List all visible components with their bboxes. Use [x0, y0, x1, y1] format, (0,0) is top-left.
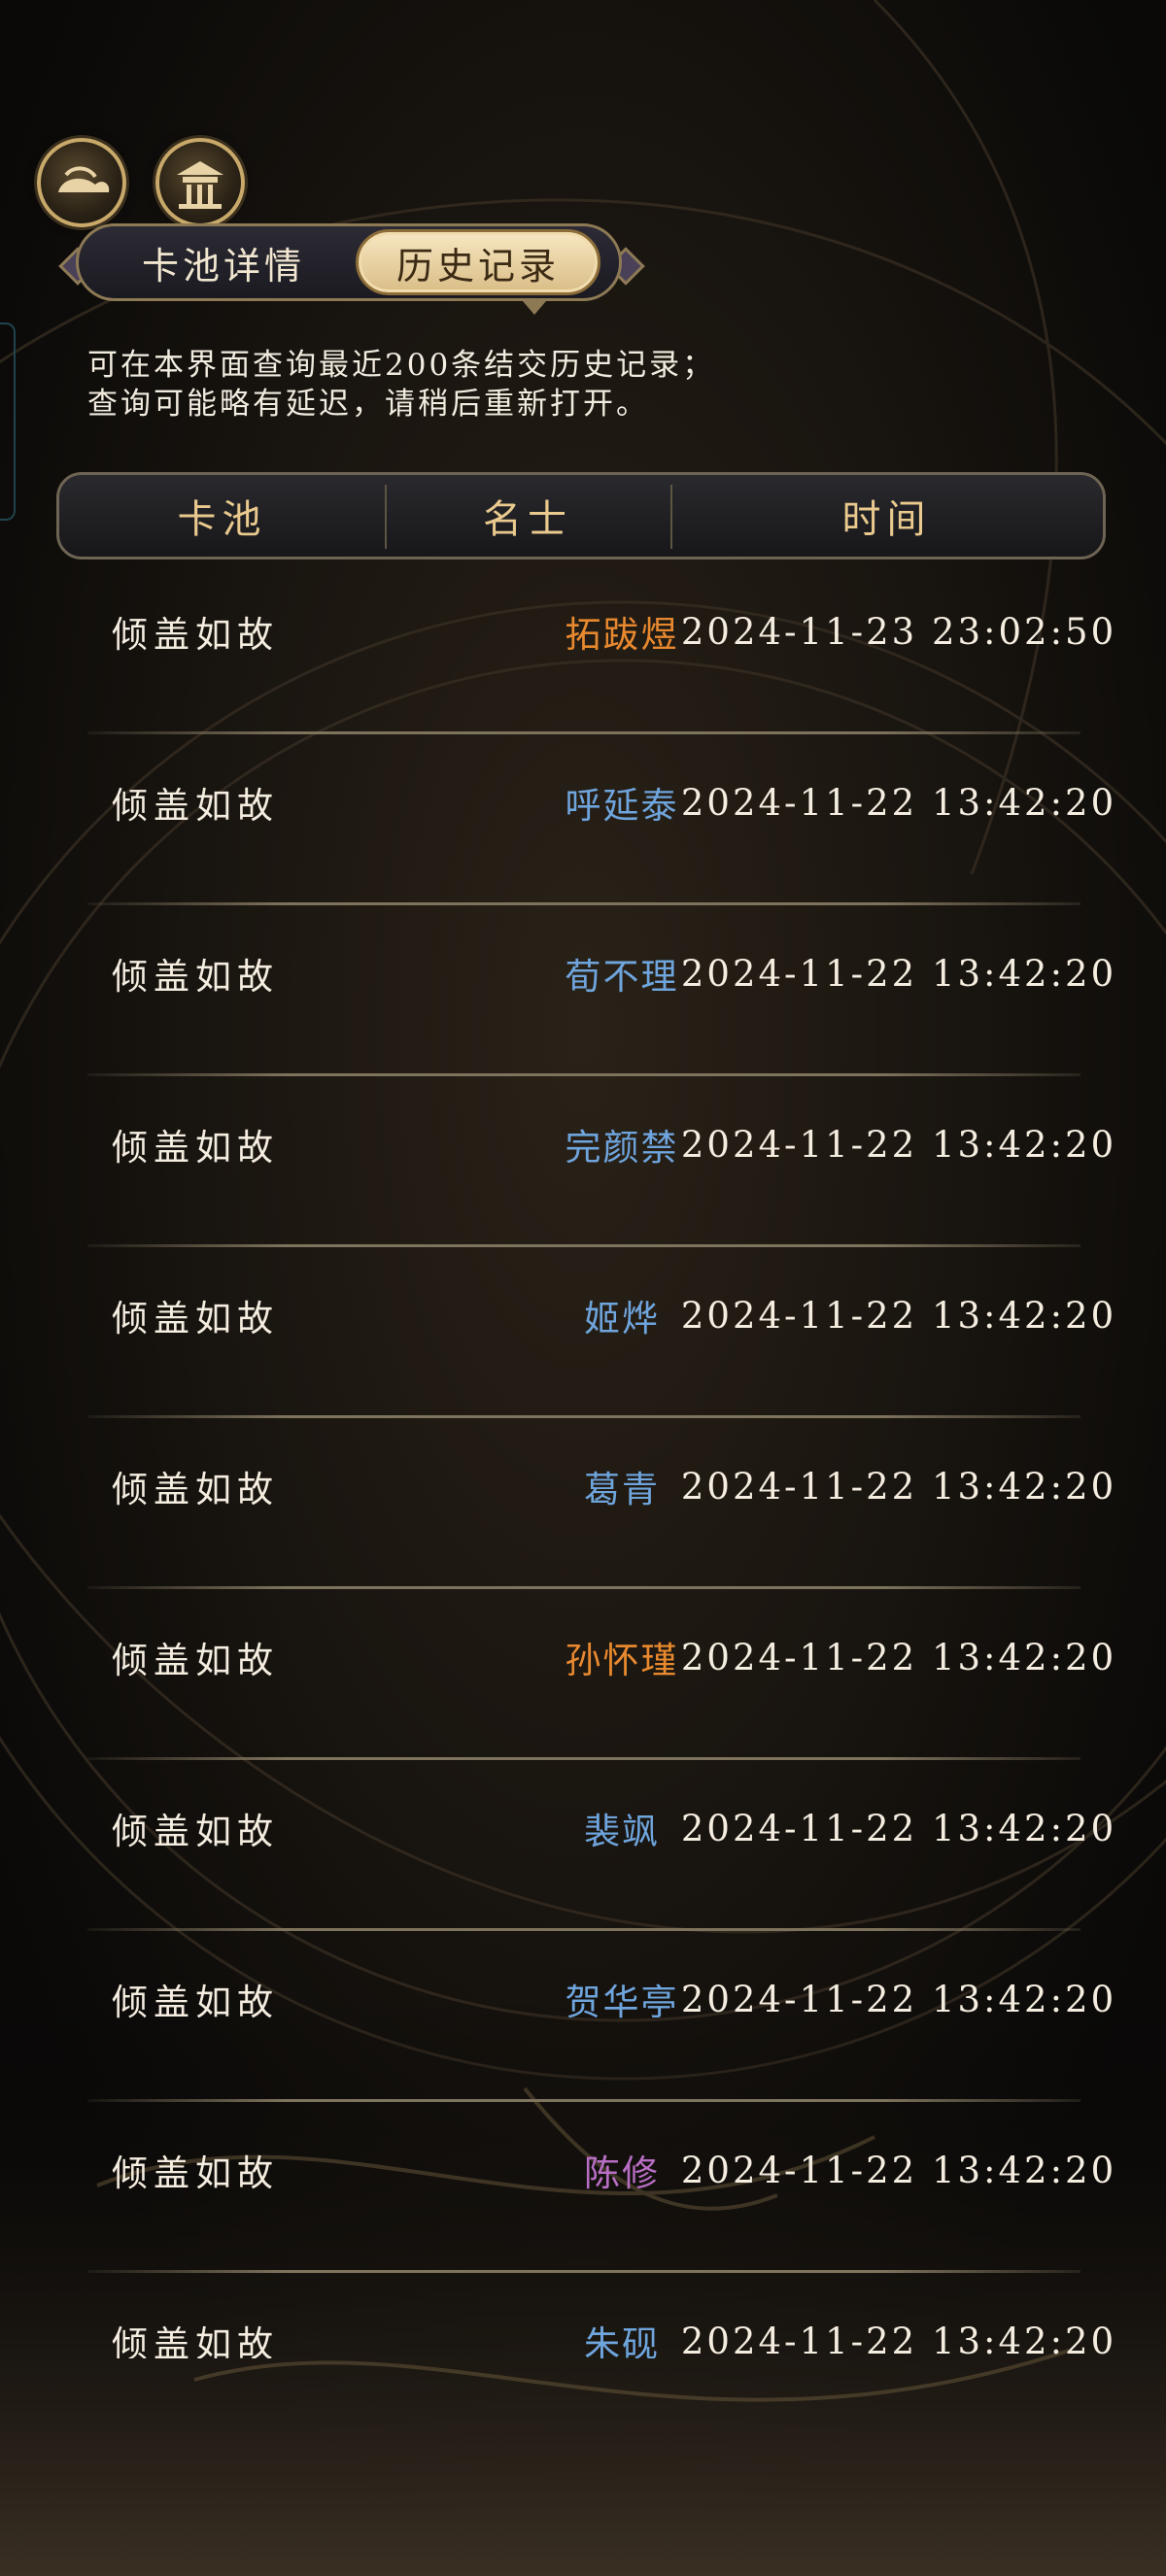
- table-header: 卡池 名士 时间: [56, 472, 1106, 559]
- table-row: 倾盖如故 裴飒 2024-11-22 13:42:20: [87, 1760, 1114, 1931]
- column-header-name: 名士: [483, 497, 572, 542]
- notice-line-1: 可在本界面查询最近200条结交历史记录；: [87, 348, 716, 383]
- row-time: 2024-11-22 13:42:20: [680, 2149, 1117, 2191]
- active-tab-pointer: [523, 301, 546, 315]
- row-time: 2024-11-22 13:42:20: [680, 1807, 1117, 1849]
- row-time: 2024-11-22 13:42:20: [680, 781, 1117, 824]
- tab-history[interactable]: 历史记录: [356, 229, 600, 295]
- column-header-time: 时间: [841, 497, 932, 542]
- table-row: 倾盖如故 贺华亭 2024-11-22 13:42:20: [87, 1931, 1114, 2102]
- history-list[interactable]: 倾盖如故 拓跋煜 2024-11-23 23:02:50 倾盖如故 呼延泰 20…: [0, 563, 1166, 2358]
- row-time: 2024-11-22 13:42:20: [680, 1123, 1117, 1166]
- table-row: 倾盖如故 葛青 2024-11-22 13:42:20: [87, 1418, 1114, 1589]
- row-time: 2024-11-23 23:02:50: [680, 610, 1117, 653]
- row-pool: 倾盖如故: [112, 1811, 279, 1852]
- column-header-pool: 卡池: [177, 497, 267, 542]
- row-time: 2024-11-22 13:42:20: [680, 1636, 1117, 1678]
- row-pool: 倾盖如故: [112, 1640, 279, 1681]
- row-time: 2024-11-22 13:42:20: [680, 1294, 1117, 1337]
- table-row: 倾盖如故 荀不理 2024-11-22 13:42:20: [87, 905, 1114, 1076]
- row-time: 2024-11-22 13:42:20: [680, 952, 1117, 995]
- history-notice: 可在本界面查询最近200条结交历史记录； 查询可能略有延迟，请稍后重新打开。: [87, 346, 826, 424]
- tab-bar: 卡池详情 历史记录: [58, 220, 645, 315]
- row-pool: 倾盖如故: [112, 785, 279, 827]
- row-time: 2024-11-22 13:42:20: [680, 2320, 1117, 2359]
- row-time: 2024-11-22 13:42:20: [680, 1465, 1117, 1508]
- table-row: 倾盖如故 朱砚 2024-11-22 13:42:20: [87, 2273, 1114, 2359]
- table-row: 倾盖如故 拓跋煜 2024-11-23 23:02:50: [87, 563, 1114, 734]
- row-pool: 倾盖如故: [112, 1298, 279, 1339]
- table-row: 倾盖如故 陈修 2024-11-22 13:42:20: [87, 2102, 1114, 2273]
- notice-line-2: 查询可能略有延迟，请稍后重新打开。: [87, 387, 649, 422]
- row-pool: 倾盖如故: [112, 614, 279, 656]
- row-pool: 倾盖如故: [112, 956, 279, 998]
- row-pool: 倾盖如故: [112, 2152, 279, 2194]
- table-row: 倾盖如故 呼延泰 2024-11-22 13:42:20: [87, 734, 1114, 905]
- row-pool: 倾盖如故: [112, 2323, 279, 2358]
- table-row: 倾盖如故 孙怀瑾 2024-11-22 13:42:20: [87, 1589, 1114, 1760]
- pavilion-emblem-icon[interactable]: [155, 138, 245, 227]
- table-row: 倾盖如故 姬烨 2024-11-22 13:42:20: [87, 1247, 1114, 1418]
- side-edge-marker: [0, 322, 16, 521]
- table-row: 倾盖如故 完颜禁 2024-11-22 13:42:20: [87, 1076, 1114, 1247]
- row-time: 2024-11-22 13:42:20: [680, 1978, 1117, 2020]
- row-pool: 倾盖如故: [112, 1469, 279, 1510]
- tab-pool-details[interactable]: 卡池详情: [97, 223, 350, 301]
- cloud-emblem-icon[interactable]: [37, 138, 126, 227]
- row-pool: 倾盖如故: [112, 1127, 279, 1169]
- row-pool: 倾盖如故: [112, 1982, 279, 2023]
